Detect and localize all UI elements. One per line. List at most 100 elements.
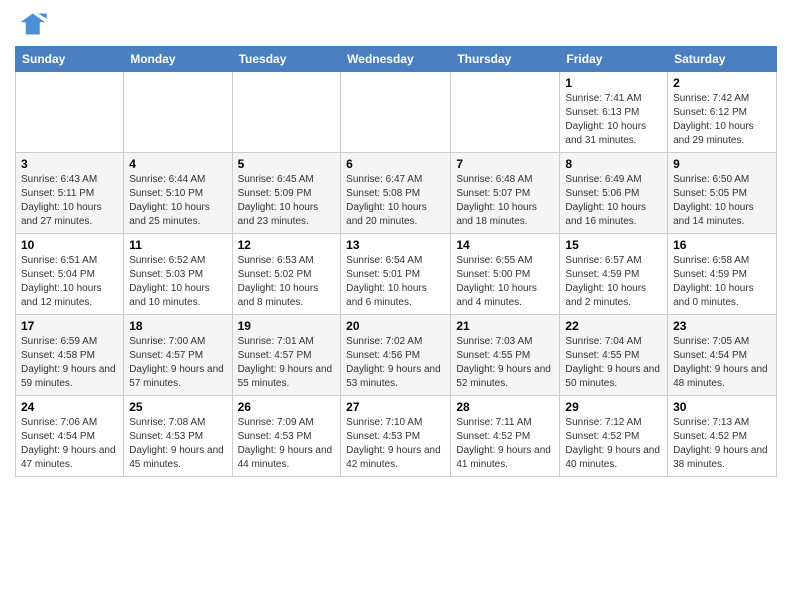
day-number: 4 [129,157,226,171]
day-number: 16 [673,238,771,252]
calendar-header-saturday: Saturday [668,47,777,72]
calendar-cell: 21Sunrise: 7:03 AMSunset: 4:55 PMDayligh… [451,315,560,396]
calendar-cell: 6 Sunrise: 6:47 AMSunset: 5:08 PMDaylight… [341,153,451,234]
day-number: 29 [565,400,662,414]
calendar-cell: 15Sunrise: 6:57 AMSunset: 4:59 PMDayligh… [560,234,668,315]
day-info: Sunrise: 6:52 AMSunset: 5:03 PMDaylight:… [129,254,226,310]
calendar-cell: 19 Sunrise: 7:01 AMSunset: 4:57 PMDayligh… [232,315,341,396]
calendar-cell: 7 Sunrise: 6:48 AMSunset: 5:07 PMDaylight… [451,153,560,234]
logo [15,10,51,38]
calendar-week-4: 17 Sunrise: 6:59 AMSunset: 4:58 PMDayligh… [16,315,777,396]
day-info: Sunrise: 7:02 AMSunset: 4:56 PMDaylight:… [346,335,445,391]
day-number: 25 [129,400,226,414]
calendar-cell: 27 Sunrise: 7:10 AMSunset: 4:53 PMDayligh… [341,396,451,477]
calendar-cell: 24 Sunrise: 7:06 AMSunset: 4:54 PMDayligh… [16,396,124,477]
day-info: Sunrise: 6:49 AMSunset: 5:06 PMDaylight:… [565,173,662,229]
calendar-cell: 20 Sunrise: 7:02 AMSunset: 4:56 PMDayligh… [341,315,451,396]
day-number: 27 [346,400,445,414]
day-number: 20 [346,319,445,333]
calendar-cell: 28 Sunrise: 7:11 AMSunset: 4:52 PMDayligh… [451,396,560,477]
calendar-cell: 1 Sunrise: 7:41 AMSunset: 6:13 PMDaylight… [560,72,668,153]
calendar-cell: 2 Sunrise: 7:42 AMSunset: 6:12 PMDaylight… [668,72,777,153]
day-info: Sunrise: 7:06 AMSunset: 4:54 PMDaylight:… [21,416,118,472]
page-container: SundayMondayTuesdayWednesdayThursdayFrid… [0,0,792,487]
day-number: 23 [673,319,771,333]
calendar-table: SundayMondayTuesdayWednesdayThursdayFrid… [15,46,777,477]
calendar-cell: 13 Sunrise: 6:54 AMSunset: 5:01 PMDayligh… [341,234,451,315]
logo-icon [15,10,47,38]
calendar-cell: 4 Sunrise: 6:44 AMSunset: 5:10 PMDaylight… [124,153,232,234]
calendar-header-friday: Friday [560,47,668,72]
day-number: 11 [129,238,226,252]
calendar-cell: 25 Sunrise: 7:08 AMSunset: 4:53 PMDayligh… [124,396,232,477]
calendar-header-tuesday: Tuesday [232,47,341,72]
day-info: Sunrise: 6:45 AMSunset: 5:09 PMDaylight:… [238,173,336,229]
calendar-cell: 14 Sunrise: 6:55 AMSunset: 5:00 PMDayligh… [451,234,560,315]
calendar-header-monday: Monday [124,47,232,72]
calendar-cell: 12 Sunrise: 6:53 AMSunset: 5:02 PMDayligh… [232,234,341,315]
calendar-cell [341,72,451,153]
calendar-cell: 18Sunrise: 7:00 AMSunset: 4:57 PMDayligh… [124,315,232,396]
day-info: Sunrise: 7:08 AMSunset: 4:53 PMDaylight:… [129,416,226,472]
calendar-cell: 11 Sunrise: 6:52 AMSunset: 5:03 PMDayligh… [124,234,232,315]
day-number: 19 [238,319,336,333]
day-number: 17 [21,319,118,333]
calendar-cell [451,72,560,153]
day-number: 30 [673,400,771,414]
calendar-header-thursday: Thursday [451,47,560,72]
day-number: 26 [238,400,336,414]
day-number: 24 [21,400,118,414]
day-info: Sunrise: 6:53 AMSunset: 5:02 PMDaylight:… [238,254,336,310]
calendar-header-wednesday: Wednesday [341,47,451,72]
day-number: 8 [565,157,662,171]
header [15,10,777,38]
calendar-cell [232,72,341,153]
day-info: Sunrise: 7:04 AMSunset: 4:55 PMDaylight:… [565,335,662,391]
calendar-cell: 3 Sunrise: 6:43 AMSunset: 5:11 PMDaylight… [16,153,124,234]
calendar-week-1: 1 Sunrise: 7:41 AMSunset: 6:13 PMDaylight… [16,72,777,153]
day-info: Sunrise: 7:41 AMSunset: 6:13 PMDaylight:… [565,92,662,148]
day-info: Sunrise: 6:47 AMSunset: 5:08 PMDaylight:… [346,173,445,229]
calendar-cell: 8 Sunrise: 6:49 AMSunset: 5:06 PMDaylight… [560,153,668,234]
day-info: Sunrise: 7:42 AMSunset: 6:12 PMDaylight:… [673,92,771,148]
day-info: Sunrise: 6:48 AMSunset: 5:07 PMDaylight:… [456,173,554,229]
calendar-cell: 29 Sunrise: 7:12 AMSunset: 4:52 PMDayligh… [560,396,668,477]
day-number: 2 [673,76,771,90]
calendar-week-2: 3 Sunrise: 6:43 AMSunset: 5:11 PMDaylight… [16,153,777,234]
day-info: Sunrise: 7:01 AMSunset: 4:57 PMDaylight:… [238,335,336,391]
day-info: Sunrise: 7:09 AMSunset: 4:53 PMDaylight:… [238,416,336,472]
day-number: 13 [346,238,445,252]
day-info: Sunrise: 6:59 AMSunset: 4:58 PMDaylight:… [21,335,118,391]
day-number: 10 [21,238,118,252]
day-info: Sunrise: 7:10 AMSunset: 4:53 PMDaylight:… [346,416,445,472]
day-info: Sunrise: 6:44 AMSunset: 5:10 PMDaylight:… [129,173,226,229]
calendar-cell: 9Sunrise: 6:50 AMSunset: 5:05 PMDaylight… [668,153,777,234]
calendar-header-row: SundayMondayTuesdayWednesdayThursdayFrid… [16,47,777,72]
day-number: 15 [565,238,662,252]
day-info: Sunrise: 7:13 AMSunset: 4:52 PMDaylight:… [673,416,771,472]
day-number: 3 [21,157,118,171]
day-number: 28 [456,400,554,414]
day-number: 6 [346,157,445,171]
calendar-cell: 26 Sunrise: 7:09 AMSunset: 4:53 PMDayligh… [232,396,341,477]
day-info: Sunrise: 6:55 AMSunset: 5:00 PMDaylight:… [456,254,554,310]
day-info: Sunrise: 7:11 AMSunset: 4:52 PMDaylight:… [456,416,554,472]
calendar-week-3: 10Sunrise: 6:51 AMSunset: 5:04 PMDayligh… [16,234,777,315]
day-info: Sunrise: 7:00 AMSunset: 4:57 PMDaylight:… [129,335,226,391]
day-info: Sunrise: 6:58 AMSunset: 4:59 PMDaylight:… [673,254,771,310]
calendar-cell: 17 Sunrise: 6:59 AMSunset: 4:58 PMDayligh… [16,315,124,396]
calendar-week-5: 24 Sunrise: 7:06 AMSunset: 4:54 PMDayligh… [16,396,777,477]
day-number: 12 [238,238,336,252]
day-info: Sunrise: 7:05 AMSunset: 4:54 PMDaylight:… [673,335,771,391]
day-number: 1 [565,76,662,90]
day-info: Sunrise: 6:54 AMSunset: 5:01 PMDaylight:… [346,254,445,310]
day-number: 14 [456,238,554,252]
calendar-cell: 30 Sunrise: 7:13 AMSunset: 4:52 PMDayligh… [668,396,777,477]
day-number: 9 [673,157,771,171]
day-info: Sunrise: 6:43 AMSunset: 5:11 PMDaylight:… [21,173,118,229]
calendar-cell: 16 Sunrise: 6:58 AMSunset: 4:59 PMDayligh… [668,234,777,315]
calendar-cell: 22Sunrise: 7:04 AMSunset: 4:55 PMDayligh… [560,315,668,396]
day-number: 7 [456,157,554,171]
calendar-cell: 23 Sunrise: 7:05 AMSunset: 4:54 PMDayligh… [668,315,777,396]
day-info: Sunrise: 7:12 AMSunset: 4:52 PMDaylight:… [565,416,662,472]
